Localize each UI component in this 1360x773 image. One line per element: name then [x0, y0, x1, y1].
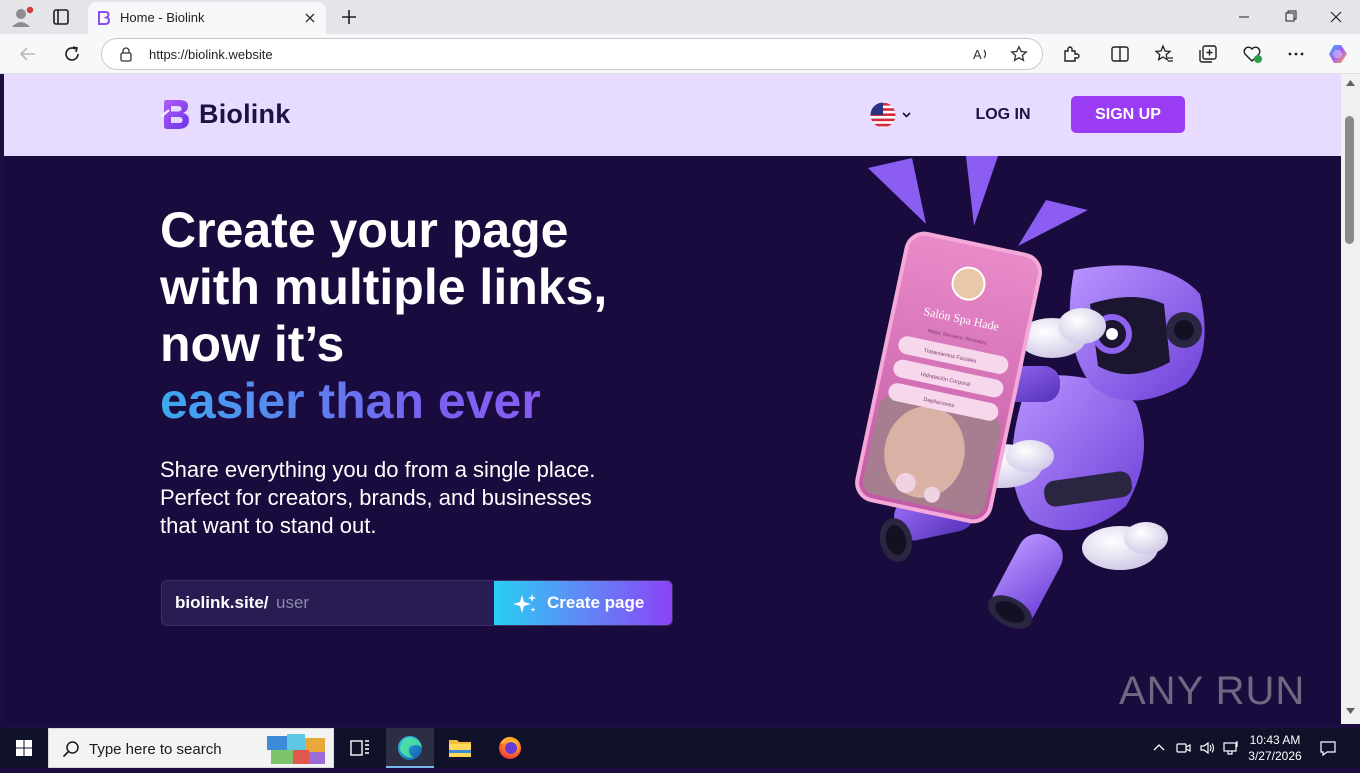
- clock-date: 3/27/2026: [1248, 749, 1302, 763]
- edge-icon: [398, 736, 422, 760]
- hero-subtitle: Share everything you do from a single pl…: [160, 456, 660, 540]
- task-view-icon: [350, 740, 369, 756]
- anyrun-watermark: ANY RUN: [1119, 669, 1305, 713]
- back-arrow-icon[interactable]: [16, 42, 40, 66]
- watermark-text: ANY RUN: [1119, 669, 1305, 713]
- login-button[interactable]: LOG IN: [954, 102, 1052, 128]
- collections-icon[interactable]: [1196, 42, 1220, 66]
- hero-line-3: now it’s: [160, 316, 345, 372]
- start-button[interactable]: [0, 728, 48, 768]
- us-flag-icon: [870, 102, 911, 128]
- extensions-icon[interactable]: [1059, 42, 1083, 66]
- firefox-taskbar-button[interactable]: [486, 728, 534, 768]
- meet-now-icon[interactable]: [1174, 739, 1192, 757]
- scroll-up-arrow-icon[interactable]: [1345, 78, 1356, 88]
- site-header: Biolink LOG IN SIGN UP: [4, 74, 1341, 156]
- system-clock[interactable]: 10:43 AM 3/27/2026: [1244, 732, 1306, 764]
- svg-text:A: A: [973, 47, 982, 62]
- page-viewport: Biolink LOG IN SIGN UP Create your page …: [4, 74, 1341, 724]
- close-tab-icon[interactable]: [302, 10, 318, 26]
- read-aloud-icon[interactable]: A: [972, 45, 990, 63]
- hero-sub-line-1: Share everything you do from a single pl…: [160, 457, 596, 482]
- scrollbar-thumb[interactable]: [1345, 116, 1354, 244]
- folder-icon: [449, 740, 471, 757]
- favorite-star-icon[interactable]: [1010, 45, 1028, 63]
- username-input[interactable]: [276, 588, 491, 618]
- tab-home-biolink[interactable]: Home - Biolink: [88, 2, 326, 34]
- tab-actions-icon[interactable]: [48, 5, 74, 29]
- edge-taskbar-button[interactable]: [386, 728, 434, 768]
- task-view-button[interactable]: [336, 728, 384, 768]
- firefox-icon: [499, 736, 521, 759]
- copilot-icon[interactable]: [1326, 42, 1350, 66]
- page-scrollbar[interactable]: [1341, 74, 1360, 724]
- hero-sub-line-2: Perfect for creators, brands, and busine…: [160, 485, 592, 510]
- url-prefix: biolink.site/: [175, 593, 269, 612]
- chevron-up-icon[interactable]: [1150, 739, 1168, 757]
- refresh-icon[interactable]: [60, 42, 84, 66]
- file-explorer-button[interactable]: [436, 728, 484, 768]
- browser-tabbar: Home - Biolink: [0, 0, 1360, 34]
- tab-title: Home - Biolink: [120, 10, 205, 25]
- address-bar[interactable]: https://biolink.website A: [101, 38, 1043, 70]
- browser-essentials-icon[interactable]: [1240, 42, 1264, 66]
- windows-taskbar: Type here to search 10:43 AM 3/27/2026: [0, 728, 1360, 768]
- favorites-icon[interactable]: [1152, 42, 1176, 66]
- hero-title: Create your page with multiple links, no…: [160, 202, 720, 430]
- language-selector[interactable]: [870, 101, 914, 129]
- taskbar-search-box[interactable]: Type here to search: [48, 728, 334, 768]
- split-screen-icon[interactable]: [1108, 42, 1132, 66]
- biolink-logo[interactable]: Biolink: [160, 96, 290, 132]
- search-highlight-puzzle-icon: [267, 734, 325, 764]
- search-placeholder: Type here to search: [89, 741, 222, 758]
- hero-line-2: with multiple links,: [160, 259, 608, 315]
- hero-robot-illustration: Salón Spa Hade Relax, Renueva, Revitaliz…: [855, 156, 1205, 629]
- notifications-icon[interactable]: [1318, 738, 1338, 758]
- volume-icon[interactable]: [1198, 739, 1216, 757]
- biolink-logo-icon: [161, 100, 189, 129]
- create-page-label: Create page: [547, 593, 645, 612]
- hero-sub-line-3: that want to stand out.: [160, 513, 377, 538]
- lock-icon[interactable]: [118, 46, 134, 62]
- signup-button[interactable]: SIGN UP: [1071, 96, 1185, 133]
- windows-logo-icon: [16, 740, 32, 756]
- new-tab-icon[interactable]: [338, 6, 360, 28]
- network-icon[interactable]: [1222, 739, 1240, 757]
- close-window-icon[interactable]: [1316, 5, 1356, 29]
- create-page-button[interactable]: Create page: [494, 581, 672, 625]
- hero-highlight: easier than ever: [160, 373, 720, 430]
- create-page-form: biolink.site/ Create page: [161, 580, 673, 626]
- minimize-icon[interactable]: [1224, 5, 1264, 29]
- sparkle-icon: [513, 594, 536, 613]
- profile-icon[interactable]: [8, 5, 34, 29]
- search-icon: [62, 741, 79, 758]
- more-options-icon[interactable]: [1284, 42, 1308, 66]
- biolink-favicon-icon: [96, 10, 112, 26]
- clock-time: 10:43 AM: [1249, 733, 1301, 747]
- scroll-down-arrow-icon[interactable]: [1345, 706, 1356, 716]
- hero-line-1: Create your page: [160, 202, 569, 258]
- url-text[interactable]: https://biolink.website: [149, 47, 273, 62]
- logo-text: Biolink: [199, 98, 291, 129]
- restore-icon[interactable]: [1270, 5, 1310, 29]
- browser-toolbar: https://biolink.website A: [0, 34, 1360, 74]
